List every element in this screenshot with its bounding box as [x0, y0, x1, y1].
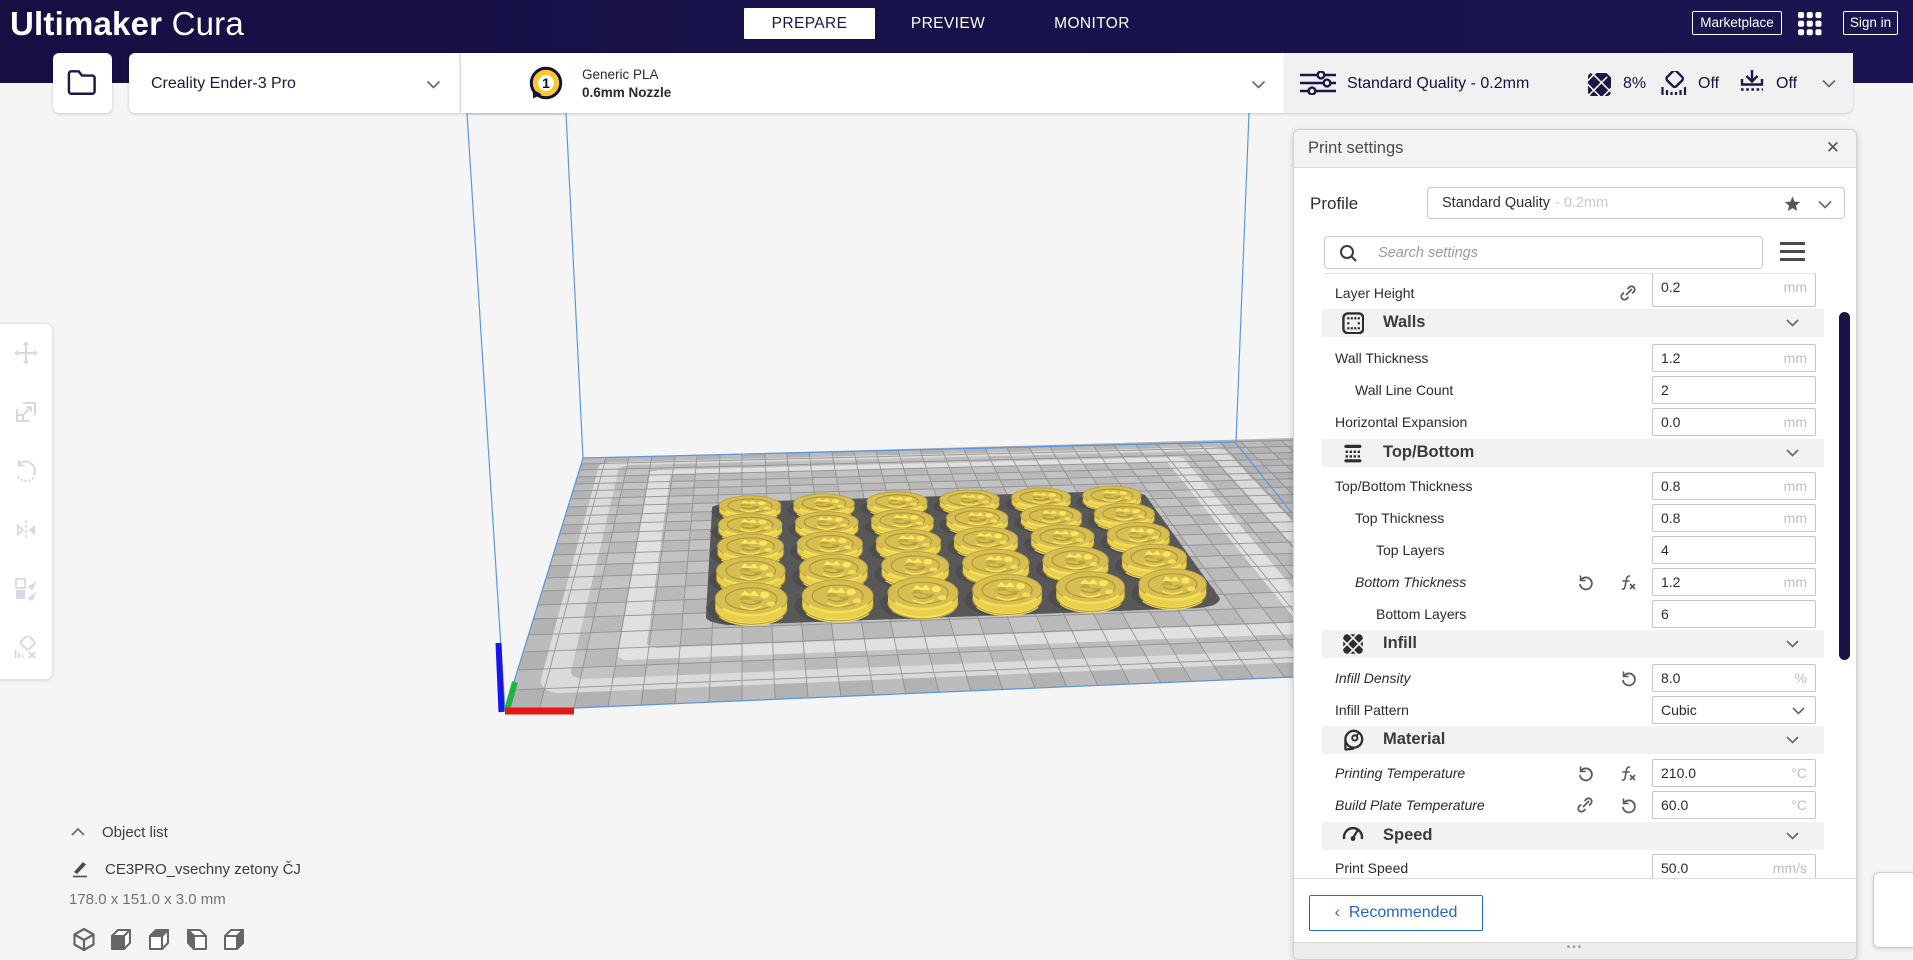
svg-text:1: 1 [542, 75, 550, 91]
